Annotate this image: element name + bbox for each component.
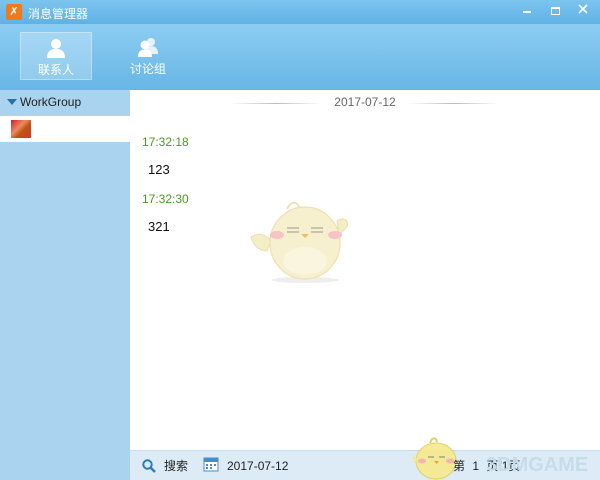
chick-mascot-illustration (250, 201, 348, 283)
scrollbar[interactable] (586, 90, 600, 450)
page-prefix: 第 (453, 459, 466, 473)
search-button-label: 搜索 (164, 459, 189, 473)
message-history-pane: 2017-07-12 17:32:18 123 17:32:30 321 (130, 90, 600, 450)
search-icon (142, 459, 156, 473)
title-bar: ✗ 消息管理器 (0, 0, 600, 24)
message-timestamp: 17:32:18 (142, 135, 189, 149)
date-separator: 2017-07-12 (130, 95, 600, 111)
divider (230, 103, 322, 104)
group-header[interactable]: WorkGroup (0, 92, 130, 112)
page-number-input[interactable]: 1 (472, 459, 479, 473)
message-timestamp: 17:32:30 (142, 192, 189, 206)
groups-tab-label: 讨论组 (129, 62, 166, 76)
contact-list-item[interactable] (0, 116, 130, 142)
message-manager-window: ✗ 消息管理器 联系人 讨论组 WorkGroup 2017-07-12 17:… (0, 0, 600, 480)
contacts-tab-label: 联系人 (37, 63, 74, 77)
close-button[interactable] (570, 0, 596, 20)
contacts-tab[interactable]: 联系人 (20, 32, 92, 80)
close-icon (578, 4, 588, 14)
group-people-icon (137, 36, 159, 58)
bottom-toolbar: 搜索 2017-07-12 第 1 页/1页 3DMGAME (130, 437, 600, 480)
toolbar: 联系人 讨论组 (0, 24, 600, 90)
caret-down-icon (7, 99, 17, 105)
message-text: 123 (148, 162, 170, 177)
group-name: WorkGroup (20, 95, 82, 109)
minimize-button[interactable] (514, 0, 540, 20)
message-text: 321 (148, 219, 170, 234)
window-title: 消息管理器 (28, 7, 89, 21)
maximize-icon (550, 6, 560, 15)
calendar-icon[interactable] (203, 456, 219, 472)
minimize-icon (523, 11, 531, 13)
watermark-text: 3DMGAME (486, 454, 589, 476)
contact-sidebar: WorkGroup (0, 90, 130, 480)
avatar (11, 120, 31, 138)
date-separator-label: 2017-07-12 (328, 95, 402, 109)
discussion-groups-tab[interactable]: 讨论组 (112, 32, 184, 80)
app-logo-icon: ✗ (6, 4, 22, 20)
selected-date[interactable]: 2017-07-12 (227, 457, 288, 475)
maximize-button[interactable] (542, 0, 568, 20)
contact-person-icon (45, 37, 67, 59)
divider (408, 103, 500, 104)
